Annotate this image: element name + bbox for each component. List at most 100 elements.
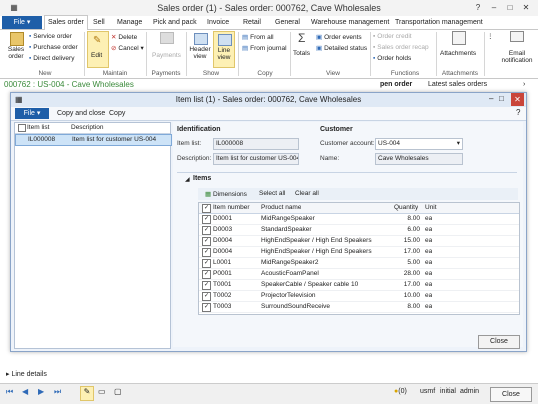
minimize-icon[interactable]: – bbox=[486, 2, 502, 14]
items-select-all-checkbox[interactable]: ✓ bbox=[202, 204, 211, 213]
tab-sell[interactable]: Sell bbox=[90, 16, 108, 29]
quantity-cell: 8.00 bbox=[407, 303, 420, 310]
order-credit-button[interactable]: ▪ Order credit bbox=[373, 33, 412, 40]
table-row[interactable]: ✓ D0001 MidRangeSpeaker 8.00 ea bbox=[199, 214, 519, 225]
first-record-icon[interactable]: ⏮ bbox=[6, 387, 13, 397]
help-icon[interactable]: ? bbox=[470, 2, 486, 14]
item-number-cell: T0001 bbox=[213, 281, 232, 288]
list-item[interactable]: IL000008 Item list for customer US-004 bbox=[15, 134, 172, 146]
last-record-icon[interactable]: ⏭ bbox=[54, 387, 61, 397]
row-checkbox[interactable]: ✓ bbox=[202, 237, 211, 246]
tab-sales-order[interactable]: Sales order bbox=[44, 15, 88, 31]
dialog-minimize-icon[interactable]: – bbox=[489, 94, 493, 103]
row-checkbox[interactable]: ✓ bbox=[202, 259, 211, 268]
email-notification-button[interactable]: Email notification bbox=[498, 31, 536, 76]
unit-cell: ea bbox=[425, 226, 433, 233]
copy-and-close-button[interactable]: Copy and close bbox=[57, 108, 105, 119]
clear-all-button[interactable]: Clear all bbox=[295, 190, 319, 197]
table-row[interactable]: ✓ D0004 HighEndSpeaker / High End Speakers… bbox=[199, 236, 519, 247]
tab-retail[interactable]: Retail bbox=[240, 16, 264, 29]
column-header-description[interactable]: Description bbox=[71, 124, 104, 131]
table-row[interactable]: ✓ T0001 SpeakerCable / Speaker cable 10 17.… bbox=[199, 280, 519, 291]
column-header-product-name[interactable]: Product name bbox=[261, 203, 301, 213]
latest-sales-orders-tab[interactable]: Latest sales orders bbox=[428, 81, 487, 88]
chevron-right-icon[interactable]: › bbox=[523, 81, 525, 88]
notification-count[interactable]: ●(0) bbox=[394, 388, 407, 395]
purchase-order-button[interactable]: ▪ Purchase order bbox=[29, 44, 78, 51]
copy-from-all-button[interactable]: ▤ From all bbox=[242, 33, 274, 41]
row-checkbox[interactable]: ✓ bbox=[202, 215, 211, 224]
cancel-button[interactable]: ⊘ Cancel ▾ bbox=[111, 44, 144, 52]
tab-invoice[interactable]: Invoice bbox=[204, 16, 232, 29]
tab-general[interactable]: General bbox=[272, 16, 303, 29]
sales-order-button[interactable]: Sales order bbox=[6, 32, 26, 62]
tab-manage[interactable]: Manage bbox=[114, 16, 145, 29]
unit-cell: ea bbox=[425, 237, 433, 244]
edit-mode-icon[interactable]: ✎ bbox=[80, 386, 94, 401]
customer-name-field[interactable]: Cave Wholesales bbox=[375, 153, 463, 165]
previous-record-icon[interactable]: ◀ bbox=[22, 387, 28, 396]
items-grid: ✓ Item number Product name Quantity Unit… bbox=[198, 202, 520, 315]
next-record-icon[interactable]: ▶ bbox=[38, 387, 44, 396]
grid-view-icon[interactable]: ▭ bbox=[98, 387, 106, 396]
file-menu-button[interactable]: File ▾ bbox=[2, 16, 42, 29]
sales-order-recap-button[interactable]: ▪ Sales order recap bbox=[373, 44, 429, 51]
product-name-cell: HighEndSpeaker / High End Speakers bbox=[261, 237, 372, 244]
dialog-help-icon[interactable]: ? bbox=[516, 108, 520, 117]
dialog-close-icon[interactable]: ✕ bbox=[511, 93, 524, 106]
column-header-unit[interactable]: Unit bbox=[425, 203, 437, 213]
header-view-button[interactable]: Header view bbox=[189, 31, 211, 66]
row-checkbox[interactable]: ✓ bbox=[202, 226, 211, 235]
row-checkbox[interactable]: ✓ bbox=[202, 248, 211, 257]
dialog-maximize-icon[interactable]: □ bbox=[499, 94, 504, 103]
copy-from-journal-button[interactable]: ▤ From journal bbox=[242, 44, 287, 52]
company-label[interactable]: usmf bbox=[420, 388, 435, 395]
table-row[interactable]: ✓ P0001 AcousticFoamPanel 28.00 ea bbox=[199, 269, 519, 280]
table-row[interactable]: ✓ L0001 MidRangeSpeaker2 5.00 ea bbox=[199, 258, 519, 269]
copy-button[interactable]: Copy bbox=[109, 108, 125, 119]
totals-button[interactable]: Σ Totals bbox=[293, 31, 313, 66]
delete-button[interactable]: ✕ Delete bbox=[111, 33, 137, 41]
items-header: Items bbox=[193, 175, 212, 182]
column-header-item-list[interactable]: Item list bbox=[27, 124, 49, 131]
row-checkbox[interactable]: ✓ bbox=[202, 292, 211, 301]
direct-delivery-button[interactable]: ▪ Direct delivery bbox=[29, 55, 74, 62]
unit-cell: ea bbox=[425, 248, 433, 255]
table-row[interactable]: ✓ D0003 StandardSpeaker 6.00 ea bbox=[199, 225, 519, 236]
close-button[interactable]: Close bbox=[490, 387, 532, 402]
row-checkbox[interactable]: ✓ bbox=[202, 303, 211, 312]
column-header-item-number[interactable]: Item number bbox=[213, 203, 250, 213]
line-view-button[interactable]: Line view bbox=[213, 31, 235, 68]
select-all-checkbox[interactable] bbox=[18, 124, 26, 132]
dimensions-button[interactable]: ▦ Dimensions bbox=[205, 190, 247, 198]
description-field[interactable]: Item list for customer US-004 bbox=[213, 153, 299, 165]
customer-header: Customer bbox=[320, 126, 353, 133]
attachment-icon[interactable]: ▢ bbox=[114, 387, 122, 396]
row-checkbox[interactable]: ✓ bbox=[202, 281, 211, 290]
order-events-button[interactable]: ▣ Order events bbox=[316, 33, 362, 41]
maximize-icon[interactable]: □ bbox=[502, 2, 518, 14]
product-name-cell: MidRangeSpeaker bbox=[261, 215, 315, 222]
edit-button[interactable]: ✎ Edit bbox=[87, 31, 109, 68]
table-row[interactable]: ✓ T0002 ProjectorTelevision 10.00 ea bbox=[199, 291, 519, 302]
order-holds-button[interactable]: ▪ Order holds bbox=[373, 55, 411, 62]
item-list-field[interactable]: IL000008 bbox=[213, 138, 299, 150]
column-header-quantity[interactable]: Quantity bbox=[394, 203, 418, 213]
tab-warehouse-management[interactable]: Warehouse management bbox=[308, 16, 392, 29]
line-details-fasttab[interactable]: ▸ Line details bbox=[6, 369, 532, 380]
tab-transportation-management[interactable]: Transportation management bbox=[392, 16, 486, 29]
ribbon-more-button[interactable]: ⋮ bbox=[487, 32, 497, 62]
table-row[interactable]: ✓ D0004 HighEndSpeaker / High End Speakers… bbox=[199, 247, 519, 258]
tab-pick-and-pack[interactable]: Pick and pack bbox=[150, 16, 200, 29]
row-checkbox[interactable]: ✓ bbox=[202, 270, 211, 279]
collapse-triangle-icon[interactable]: ◢ bbox=[185, 176, 190, 183]
service-order-button[interactable]: ▪ Service order bbox=[29, 33, 72, 40]
close-icon[interactable]: ✕ bbox=[518, 2, 534, 14]
select-all-button[interactable]: Select all bbox=[259, 190, 285, 197]
dialog-file-button[interactable]: File ▾ bbox=[15, 108, 49, 119]
customer-account-field[interactable]: US-004 ▾ bbox=[375, 138, 463, 150]
dialog-close-button[interactable]: Close bbox=[478, 335, 520, 349]
detailed-status-button[interactable]: ▣ Detailed status bbox=[316, 44, 367, 52]
table-row[interactable]: ✓ T0003 SurroundSoundReceive 8.00 ea bbox=[199, 302, 519, 313]
attachments-button[interactable]: Attachments bbox=[440, 31, 476, 66]
